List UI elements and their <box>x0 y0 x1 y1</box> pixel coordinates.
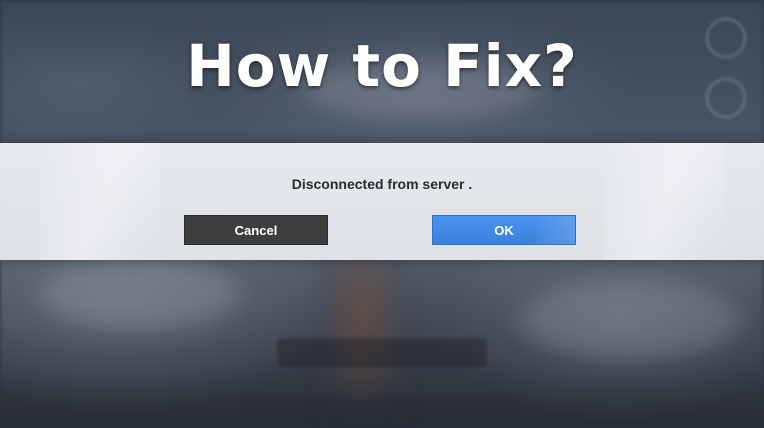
background-character <box>318 250 408 420</box>
disconnect-dialog: Disconnected from server . Cancel OK <box>0 143 764 260</box>
ok-button[interactable]: OK <box>432 215 576 245</box>
cancel-button[interactable]: Cancel <box>184 215 328 245</box>
headline-overlay: How to Fix? <box>186 32 578 100</box>
dialog-message: Disconnected from server . <box>291 176 473 192</box>
background-cloud <box>520 280 740 360</box>
background-cloud <box>40 260 240 330</box>
background-footer <box>240 398 520 416</box>
background-status-bar <box>276 337 488 369</box>
